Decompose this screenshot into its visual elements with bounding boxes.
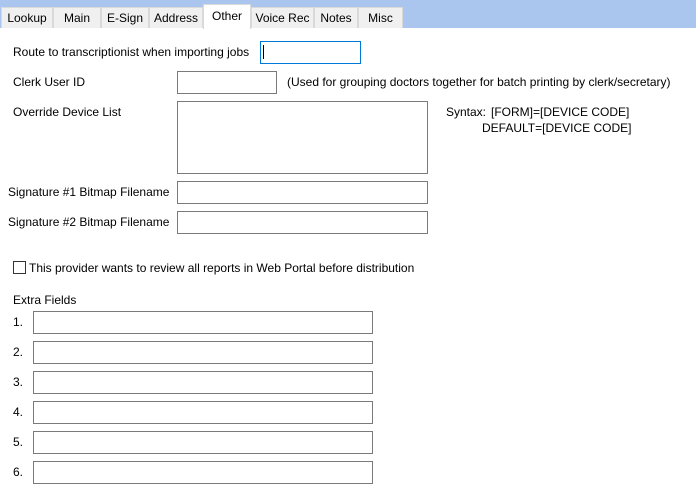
- extra-field-1-input[interactable]: [33, 311, 373, 334]
- signature-2-label: Signature #2 Bitmap Filename: [8, 215, 170, 229]
- override-device-list-label: Override Device List: [13, 105, 122, 119]
- tab-esign[interactable]: E-Sign: [101, 7, 149, 28]
- clerk-user-id-input[interactable]: [177, 71, 277, 94]
- extra-field-number: 2.: [13, 345, 24, 359]
- extra-field-number: 5.: [13, 435, 24, 449]
- tab-lookup[interactable]: Lookup: [1, 7, 53, 28]
- review-checkbox[interactable]: [13, 261, 26, 274]
- extra-field-3-input[interactable]: [33, 371, 373, 394]
- syntax-line-2: DEFAULT=[DEVICE CODE]: [482, 121, 632, 135]
- tab-strip: Lookup Main E-Sign Address Other Voice R…: [0, 0, 696, 29]
- syntax-line-1: [FORM]=[DEVICE CODE]: [491, 105, 630, 119]
- extra-field-number: 6.: [13, 465, 24, 479]
- tab-notes[interactable]: Notes: [314, 7, 358, 28]
- signature-1-input[interactable]: [177, 181, 428, 204]
- tab-other[interactable]: Other: [203, 4, 251, 29]
- tab-address[interactable]: Address: [149, 7, 203, 28]
- signature-1-label: Signature #1 Bitmap Filename: [8, 185, 170, 199]
- text-caret: [263, 45, 264, 59]
- tab-misc[interactable]: Misc: [358, 7, 403, 28]
- extra-field-number: 3.: [13, 375, 24, 389]
- extra-field-6-input[interactable]: [33, 461, 373, 484]
- tab-main[interactable]: Main: [53, 7, 101, 28]
- extra-field-number: 4.: [13, 405, 24, 419]
- route-input[interactable]: [260, 41, 361, 64]
- extra-field-2-input[interactable]: [33, 341, 373, 364]
- extra-field-5-input[interactable]: [33, 431, 373, 454]
- route-label: Route to transcriptionist when importing…: [13, 45, 250, 59]
- clerk-user-id-label: Clerk User ID: [13, 75, 86, 89]
- override-device-list-input[interactable]: [177, 101, 428, 174]
- review-checkbox-label[interactable]: This provider wants to review all report…: [29, 261, 414, 276]
- extra-field-4-input[interactable]: [33, 401, 373, 424]
- clerk-hint: (Used for grouping doctors together for …: [287, 75, 671, 89]
- extra-fields-label: Extra Fields: [13, 293, 77, 307]
- extra-field-number: 1.: [13, 315, 24, 329]
- tab-voice-rec[interactable]: Voice Rec: [251, 7, 314, 28]
- syntax-label: Syntax:: [446, 105, 487, 119]
- signature-2-input[interactable]: [177, 211, 428, 234]
